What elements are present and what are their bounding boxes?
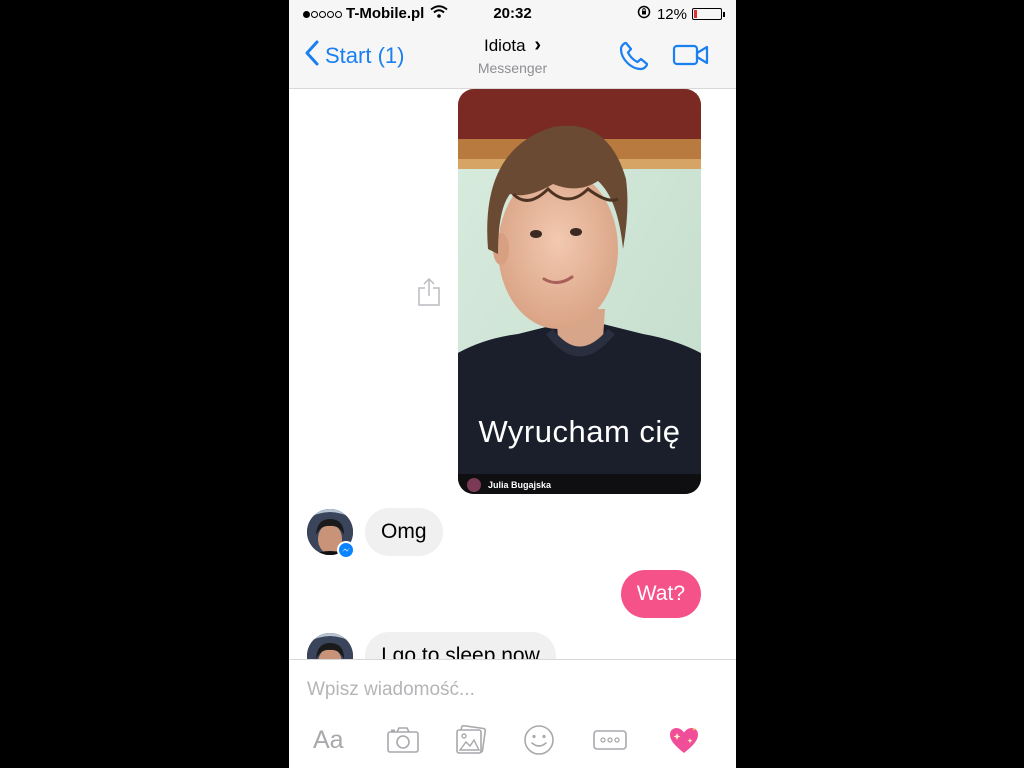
camera-button[interactable] <box>383 720 423 760</box>
message-input[interactable] <box>305 674 719 706</box>
composer-toolbar: Aa <box>289 720 736 760</box>
rotation-lock-icon <box>637 5 651 23</box>
incoming-message[interactable]: Omg <box>365 508 443 556</box>
send-heart-button[interactable] <box>664 720 704 760</box>
phone-icon <box>619 41 649 71</box>
conversation-subtitle: Messenger <box>477 60 548 76</box>
photo-message[interactable]: Wyrucham cię Julia Bugajska <box>458 89 701 494</box>
message-thread[interactable]: Wyrucham cię Julia Bugajska Omg Wat? I g… <box>289 89 736 680</box>
photo-author: Julia Bugajska <box>488 480 552 490</box>
title-chevron-icon: › <box>534 34 541 56</box>
messenger-badge-icon <box>337 541 355 559</box>
battery-icon <box>692 8 725 20</box>
gallery-icon <box>456 725 487 754</box>
battery-percent: 12% <box>656 5 687 23</box>
phone-call-button[interactable] <box>618 40 650 77</box>
conversation-header[interactable]: Idiota › Messenger <box>289 34 736 76</box>
emoji-button[interactable] <box>519 720 559 760</box>
outgoing-message[interactable]: Wat? <box>620 570 701 618</box>
smiley-icon <box>524 725 554 755</box>
contact-name: Idiota <box>484 36 526 55</box>
more-button[interactable] <box>590 720 630 760</box>
video-camera-icon <box>672 44 709 66</box>
camera-icon <box>387 727 419 753</box>
gallery-button[interactable] <box>451 720 491 760</box>
photo-caption: Wyrucham cię <box>478 414 681 449</box>
status-bar: T-Mobile.pl 20:32 12% <box>289 0 736 28</box>
text-format-button[interactable]: Aa <box>313 720 344 760</box>
navigation-bar: Start (1) Idiota › Messenger <box>289 28 736 89</box>
more-icon <box>593 730 627 750</box>
composer: Aa <box>289 659 736 768</box>
sparkling-heart-icon <box>670 727 698 753</box>
messenger-screen: T-Mobile.pl 20:32 12% Start (1) Idiota ›… <box>289 0 736 768</box>
video-call-button[interactable] <box>672 43 710 72</box>
share-icon[interactable] <box>417 277 441 312</box>
conversation-title: Idiota › <box>289 34 736 57</box>
